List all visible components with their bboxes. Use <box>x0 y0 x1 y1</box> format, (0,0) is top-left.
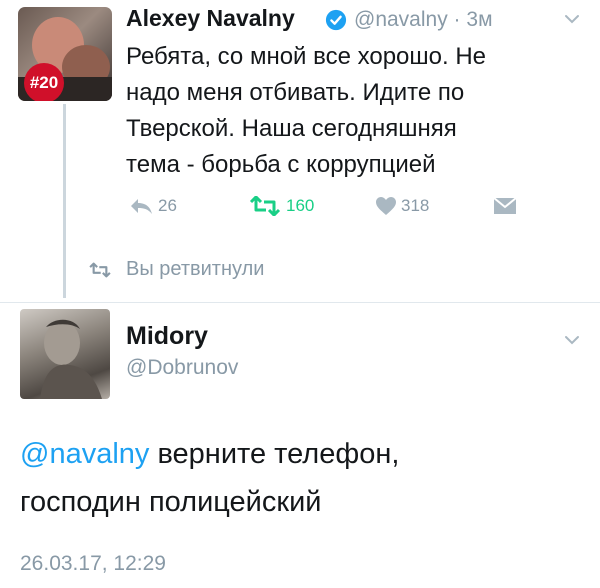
tweet-datetime: 26.03.17, 12:29 <box>20 552 166 575</box>
avatar-image <box>40 319 102 399</box>
reply-text: @navalny верните телефон, господин полиц… <box>20 430 580 526</box>
reply-icon <box>131 199 152 214</box>
reply-text-line1: верните телефон, <box>149 438 400 470</box>
chevron-down-icon[interactable] <box>563 12 581 26</box>
like-button[interactable]: 318 <box>375 196 429 216</box>
chevron-down-icon[interactable] <box>563 333 581 347</box>
heart-icon <box>376 197 396 215</box>
reply-author-name[interactable]: Midory <box>126 322 208 351</box>
avatar[interactable] <box>20 309 110 399</box>
retweet-icon <box>89 262 111 277</box>
retweeted-note: Вы ретвитнули <box>88 258 264 281</box>
direct-message-button[interactable] <box>493 196 517 216</box>
avatar-badge: #20 <box>24 63 64 101</box>
reply-button[interactable]: 26 <box>128 196 177 216</box>
retweeted-label: Вы ретвитнули <box>126 258 265 280</box>
reply-count: 26 <box>158 196 177 215</box>
like-count: 318 <box>401 196 430 215</box>
tweet-time[interactable]: 3м <box>466 8 492 31</box>
direct-message-icon <box>493 197 517 214</box>
retweet-button[interactable]: 160 <box>248 196 314 216</box>
separator: · <box>453 8 461 31</box>
handle-time: @navalny · 3м <box>354 8 493 32</box>
retweet-count: 160 <box>286 196 315 215</box>
mention-link[interactable]: @navalny <box>20 438 149 470</box>
divider <box>0 302 600 303</box>
avatar[interactable]: #20 <box>18 7 112 101</box>
reply-author-handle[interactable]: @Dobrunov <box>126 356 238 380</box>
verified-icon <box>325 9 347 31</box>
thread-line <box>63 104 66 298</box>
author-name[interactable]: Alexey Navalny <box>126 5 295 32</box>
tweet-text: Ребята, со мной все хорошо. Не надо меня… <box>126 43 486 178</box>
retweet-icon <box>249 196 281 216</box>
author-handle[interactable]: @navalny <box>354 8 448 31</box>
reply-text-line2: господин полицейский <box>20 486 322 518</box>
